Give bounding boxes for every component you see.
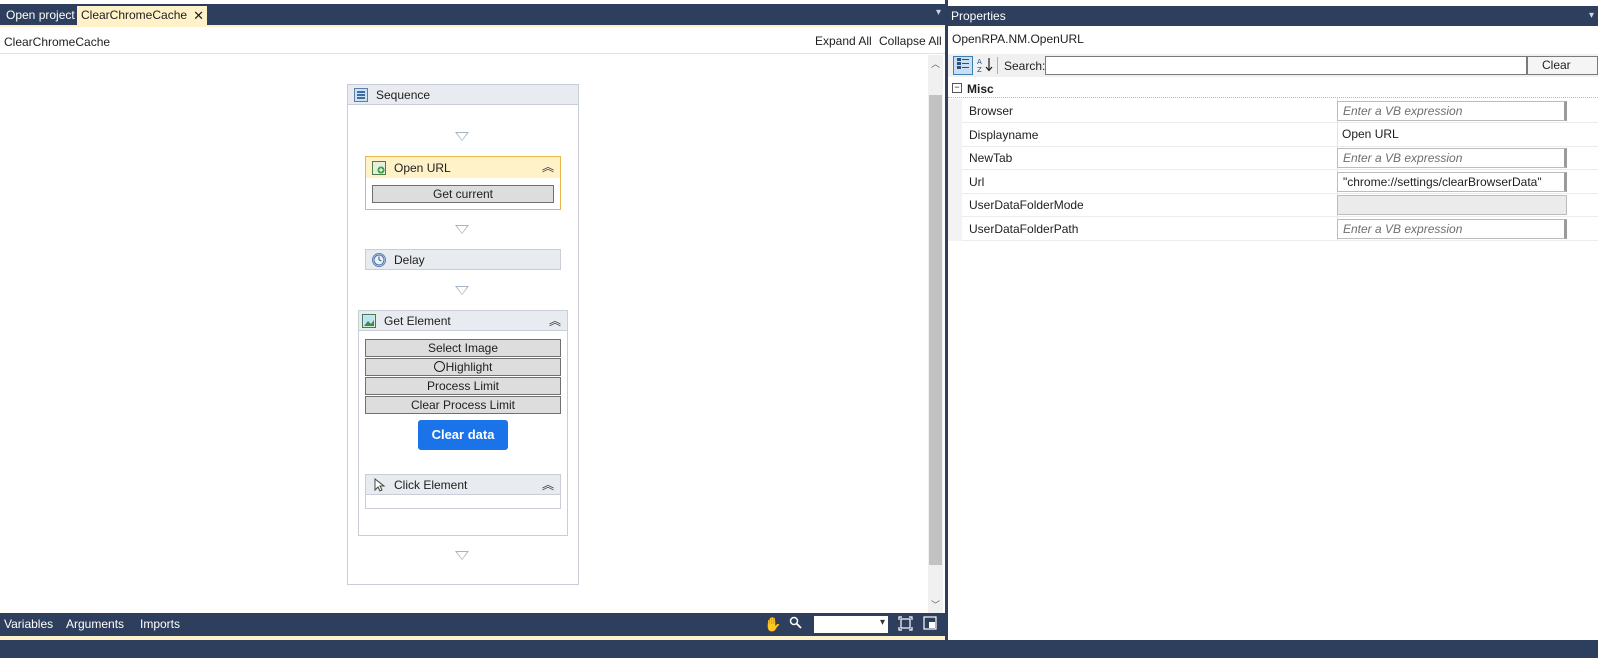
row-indent — [948, 146, 962, 170]
clear-process-limit-button[interactable]: Clear Process Limit — [365, 396, 561, 414]
menu-arrow-icon[interactable]: ▾ — [1589, 6, 1594, 26]
scroll-up-icon[interactable]: ︿ — [931, 57, 940, 70]
sequence-icon — [354, 87, 368, 102]
category-misc[interactable]: − Misc — [948, 80, 1598, 98]
process-limit-button[interactable]: Process Limit — [365, 377, 561, 395]
drop-target-arrow[interactable] — [455, 286, 469, 295]
highlight-label: Highlight — [445, 360, 493, 374]
property-name: UserDataFolderPath — [969, 222, 1079, 236]
sequence-title: Sequence — [376, 87, 431, 102]
delay-title: Delay — [394, 252, 425, 267]
url-expression-input[interactable]: "chrome://settings/clearBrowserData" — [1337, 172, 1567, 192]
drop-target-arrow[interactable] — [455, 225, 469, 234]
displayname-input[interactable]: Open URL — [1337, 125, 1567, 145]
clear-search-button[interactable]: Clear — [1527, 56, 1598, 75]
open-url-header[interactable]: Open URL ︽ — [366, 157, 560, 178]
click-element-header[interactable]: Click Element ︽ — [365, 474, 561, 495]
selected-type-name: OpenRPA.NM.OpenURL — [952, 32, 1084, 46]
scrollbar-thumb[interactable] — [929, 95, 942, 565]
get-element-header[interactable]: Get Element ︽ — [358, 310, 568, 331]
click-element-icon — [372, 477, 386, 492]
property-name: NewTab — [969, 151, 1013, 165]
tab-open-project[interactable]: Open project — [2, 6, 79, 25]
hand-pan-icon[interactable]: ✋ — [764, 616, 781, 633]
open-url-icon — [372, 160, 386, 175]
variables-tab[interactable]: Variables — [4, 617, 53, 631]
tab-label: ClearChromeCache — [81, 8, 188, 22]
breadcrumb[interactable]: ClearChromeCache — [4, 35, 110, 49]
property-row-userdatafolderpath[interactable]: UserDataFolderPath Enter a VB expression — [948, 217, 1598, 241]
document-tab-bar: Open project ClearChromeCache ✕ ▾ — [0, 4, 945, 25]
search-label: Search: — [1004, 59, 1046, 73]
menu-arrow-icon[interactable]: ▾ — [936, 7, 941, 18]
property-name: Browser — [969, 104, 1014, 118]
workflow-designer: Open project ClearChromeCache ✕ ▾ ClearC… — [0, 0, 945, 658]
drop-target-arrow[interactable] — [455, 132, 469, 141]
property-row-browser[interactable]: Browser Enter a VB expression — [948, 99, 1598, 123]
tab-underline — [0, 25, 945, 27]
zoom-icon[interactable] — [789, 616, 802, 632]
scroll-down-icon[interactable]: ﹀ — [931, 598, 940, 611]
properties-title: Properties — [951, 9, 1006, 23]
collapse-chevron-icon[interactable]: ︽ — [542, 158, 554, 175]
property-row-newtab[interactable]: NewTab Enter a VB expression — [948, 146, 1598, 170]
open-url-title: Open URL — [394, 160, 451, 175]
svg-text:Z: Z — [977, 66, 982, 73]
properties-pane: Properties ▾ OpenRPA.NM.OpenURL AZ Searc… — [948, 0, 1598, 640]
get-current-button[interactable]: Get current — [372, 185, 554, 203]
expand-all-button[interactable]: Expand All — [815, 34, 872, 48]
property-name: Url — [969, 175, 985, 189]
get-element-icon — [362, 313, 376, 328]
close-icon[interactable]: ✕ — [193, 6, 204, 25]
property-name: UserDataFolderMode — [969, 198, 1084, 212]
row-indent — [948, 193, 962, 217]
designer-canvas[interactable]: Sequence Open URL ︽ Get current Delay Ge… — [0, 55, 928, 613]
row-indent — [948, 123, 962, 147]
overview-icon[interactable] — [923, 616, 937, 633]
collapse-chevron-icon[interactable]: ︽ — [549, 312, 561, 329]
userdatafoldermode-select[interactable] — [1337, 195, 1567, 215]
property-name: Displayname — [969, 128, 1039, 142]
sort-az-icon[interactable]: AZ — [976, 56, 994, 75]
sequence-header[interactable]: Sequence — [347, 84, 579, 105]
browser-expression-input[interactable]: Enter a VB expression — [1337, 101, 1567, 121]
category-name: Misc — [967, 82, 994, 96]
designer-bottom-bar: Variables Arguments Imports ✋ ▾ — [0, 613, 945, 636]
arguments-tab[interactable]: Arguments — [66, 617, 124, 631]
property-search-input[interactable] — [1045, 56, 1527, 75]
property-row-userdatafoldermode[interactable]: UserDataFolderMode — [948, 193, 1598, 217]
designer-header: ClearChromeCache Expand All Collapse All — [0, 28, 945, 54]
collapse-all-button[interactable]: Collapse All — [879, 34, 942, 48]
clear-data-image[interactable]: Clear data — [418, 420, 508, 450]
toolbar-separator — [997, 57, 998, 74]
magnifier-icon — [433, 361, 445, 372]
click-element-title: Click Element — [394, 477, 468, 492]
select-image-button[interactable]: Select Image — [365, 339, 561, 357]
collapse-chevron-icon[interactable]: ︽ — [542, 476, 554, 493]
property-row-url[interactable]: Url "chrome://settings/clearBrowserData" — [948, 170, 1598, 194]
tab-clear-chrome-cache[interactable]: ClearChromeCache ✕ — [77, 6, 208, 25]
categorized-icon[interactable] — [953, 56, 973, 75]
row-indent — [948, 99, 962, 123]
zoom-level-select[interactable]: ▾ — [814, 616, 888, 633]
svg-text:A: A — [977, 58, 982, 66]
chevron-down-icon: ▾ — [879, 617, 885, 628]
userdatafolderpath-expression-input[interactable]: Enter a VB expression — [1337, 219, 1567, 239]
fit-to-screen-icon[interactable] — [898, 616, 913, 634]
newtab-expression-input[interactable]: Enter a VB expression — [1337, 148, 1567, 168]
collapse-category-icon[interactable]: − — [952, 83, 962, 93]
properties-toolbar: AZ Search: Clear — [948, 54, 1598, 77]
properties-title-bar: Properties ▾ — [948, 6, 1598, 26]
get-element-title: Get Element — [384, 313, 451, 328]
drop-target-arrow[interactable] — [455, 551, 469, 560]
highlight-button[interactable]: Highlight — [365, 358, 561, 376]
imports-tab[interactable]: Imports — [140, 617, 180, 631]
delay-activity[interactable]: Delay — [365, 249, 561, 270]
delay-icon — [372, 252, 386, 267]
row-indent — [948, 170, 962, 194]
window-bottom-edge — [0, 640, 1598, 658]
row-indent — [948, 217, 962, 241]
property-row-displayname[interactable]: Displayname Open URL — [948, 123, 1598, 147]
designer-vertical-scrollbar[interactable]: ︿ ﹀ — [928, 55, 943, 613]
